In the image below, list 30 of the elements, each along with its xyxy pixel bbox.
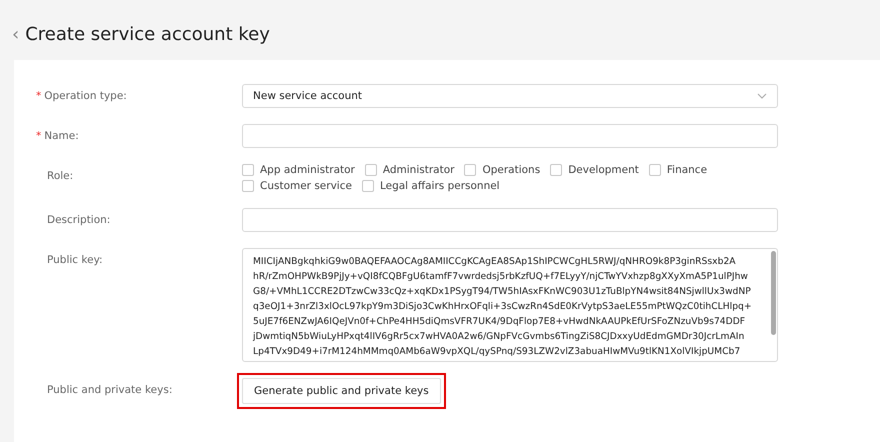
checkbox-label[interactable]: Finance	[666, 164, 708, 176]
checkbox[interactable]	[362, 180, 374, 192]
checkbox-label[interactable]: Development	[568, 164, 639, 176]
public-key-textarea[interactable]: MIICIjANBgkqhkiG9w0BAQEFAAOCAg8AMIICCgKCAgEA8SAp1ShIPCWCgHL5RWJ/qNHRO9k8P3ginRSsxb2A hR/rZmOHPWkB9PjJy+vQI8fCQBFgU6tamfF7vwrdedsj5rbKzfUQ+f7ELyyY/njCTwYVxhzp8gXXyXmA5P1ulPJhw G8/+VMhL1CCRE2DTzwCw33cQz+xqKDx1PSygT94/TW5hIAsxFKnWC903U1zTuBlpYN4wsit84NSjwllUx3wdNP q3eOJ1+3nrZl3xlOcL97kpY9m3DiSjo3CwKhHrxOFqli+3sCwzRn4SdE0KrVytpS3aeLE55mPtWQzC0tihCLHlpq+ 5uJE7f6ENZwJA6IQeJVn0f+ChPe4HH5diQmsVFR7UK4/9DqFlop7E8+vHwdNkAAUPkEfUrSFoZNzuVb9s74DDF jDwmtiqN5bWiuLyHPxqt4lIV6gRr5cx7wHVA0A2w6/GNpFVcGvmbs6TingZiS8CJDxxyUdEdmGMDr30JcrLmAIn Lp4TVx9D49+i7rM124hMMmq0AMb6aW9vpXQL/qySPnq/S93LZW2vlZ3abuaHIwMVu9tlKN1XolVIkjpUMCb7	[242, 248, 778, 362]
checkbox[interactable]	[550, 164, 562, 176]
checkbox-label[interactable]: Administrator	[382, 164, 454, 176]
checkbox[interactable]	[464, 164, 476, 176]
required-mark: *	[36, 130, 42, 142]
input-field[interactable]	[242, 208, 778, 232]
input-field[interactable]	[242, 124, 778, 148]
field-label: Public key:	[47, 254, 103, 266]
field-label: Role:	[47, 170, 74, 182]
checkbox-label[interactable]: Customer service	[260, 180, 352, 192]
generate-keys-button[interactable]: Generate public and private keys	[242, 378, 441, 404]
checkbox[interactable]	[648, 164, 661, 176]
checkbox[interactable]	[364, 164, 377, 176]
checkbox-label[interactable]: App administrator	[260, 164, 355, 176]
scrollbar[interactable]	[771, 251, 776, 335]
required-mark: *	[36, 90, 42, 102]
checkbox[interactable]	[242, 164, 254, 176]
page-title: Create service account key	[25, 24, 270, 44]
field-label: Name:	[44, 130, 79, 142]
chevron-down-icon	[757, 93, 767, 99]
checkbox[interactable]	[242, 180, 254, 192]
field-label: Operation type:	[44, 90, 127, 102]
field-label: Description:	[47, 214, 110, 226]
checkbox-label[interactable]: Legal affairs personnel	[380, 180, 500, 192]
operation-type-select[interactable]: New service account	[242, 84, 778, 108]
checkbox-label[interactable]: Operations	[482, 164, 540, 176]
field-label: Public and private keys:	[47, 384, 172, 396]
